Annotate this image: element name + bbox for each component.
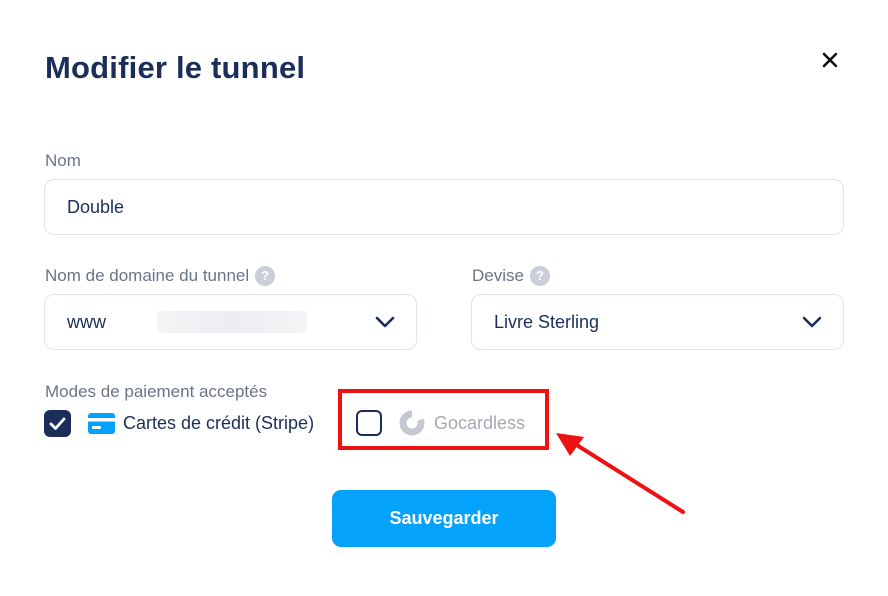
domain-label: Nom de domaine du tunnel? [45, 266, 276, 286]
domain-select[interactable]: www [44, 294, 417, 350]
stripe-checkbox[interactable] [44, 410, 71, 437]
edit-funnel-dialog: Modifier le tunnel Nom Double Nom de dom… [0, 0, 888, 596]
chevron-down-icon [802, 316, 822, 328]
highlight-box [338, 389, 549, 450]
stripe-label[interactable]: Cartes de crédit (Stripe) [123, 413, 314, 434]
credit-card-icon [88, 413, 115, 434]
question-circle-icon[interactable]: ? [529, 266, 550, 286]
payment-methods-label: Modes de paiement acceptés [45, 382, 268, 401]
annotation-arrow-icon [556, 433, 685, 514]
chevron-down-icon [375, 316, 395, 328]
name-label: Nom [45, 151, 81, 170]
name-input[interactable]: Double [44, 179, 844, 235]
dialog-title: Modifier le tunnel [45, 50, 306, 85]
name-input-value: Double [67, 197, 125, 217]
currency-select-value: Livre Sterling [494, 312, 600, 332]
save-button[interactable]: Sauvegarder [332, 490, 556, 547]
close-icon[interactable] [818, 48, 842, 72]
currency-label-text: Devise [472, 266, 524, 285]
domain-label-text: Nom de domaine du tunnel [45, 266, 250, 285]
redacted-domain [157, 311, 307, 333]
question-circle-icon[interactable]: ? [255, 266, 276, 286]
checkmark-icon [49, 417, 66, 430]
currency-select[interactable]: Livre Sterling [471, 294, 844, 350]
currency-label: Devise? [472, 266, 550, 286]
domain-select-value: www [67, 312, 106, 332]
